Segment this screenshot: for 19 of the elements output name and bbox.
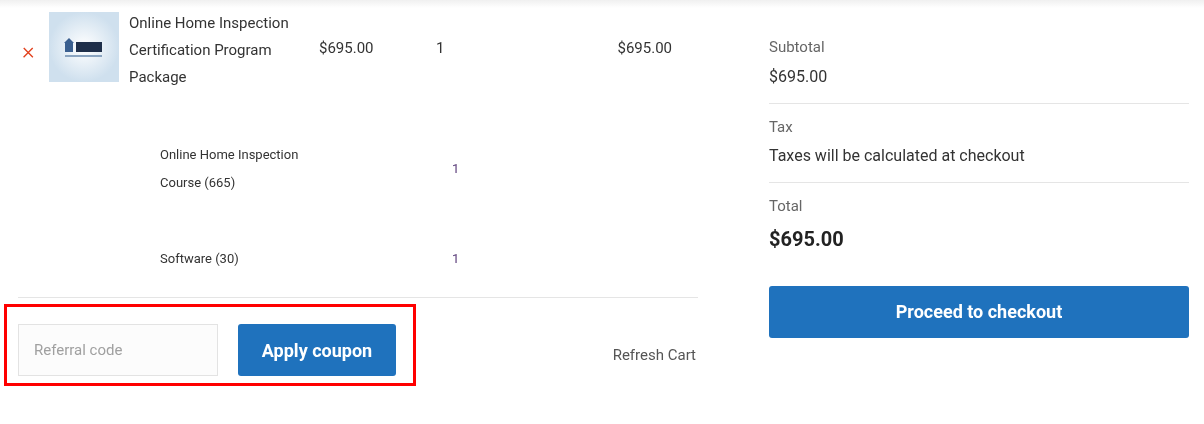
remove-icon[interactable]: ×	[18, 39, 49, 63]
bundle-item-quantity: 1	[452, 160, 460, 179]
product-quantity: 1	[435, 38, 446, 59]
refresh-cart-link[interactable]: Refresh Cart	[612, 343, 696, 367]
referral-code-field[interactable]: Referral code	[18, 324, 218, 376]
checkout-button[interactable]: Proceed to checkout	[769, 285, 1189, 338]
totals-label: Total	[769, 196, 804, 217]
totals-label: Tax	[769, 116, 794, 138]
totals-label: Subtotal	[769, 37, 826, 58]
product-price: $695.00	[319, 38, 375, 59]
bundle-item-name: Online Home Inspection Course (665)	[160, 146, 300, 192]
product-subtotal: $695.00	[617, 38, 672, 59]
totals-value: Taxes will be calculated at checkout	[769, 145, 1026, 167]
product-name[interactable]: Online Home Inspection Certification Program Package	[129, 10, 319, 91]
bundle-item-quantity: 1	[452, 250, 460, 269]
totals-value: $695.00	[769, 225, 845, 253]
bundle-item-name: Software (30)	[160, 250, 240, 268]
apply-coupon-button[interactable]: Apply coupon	[238, 324, 396, 376]
totals-value: $695.00	[769, 65, 829, 88]
